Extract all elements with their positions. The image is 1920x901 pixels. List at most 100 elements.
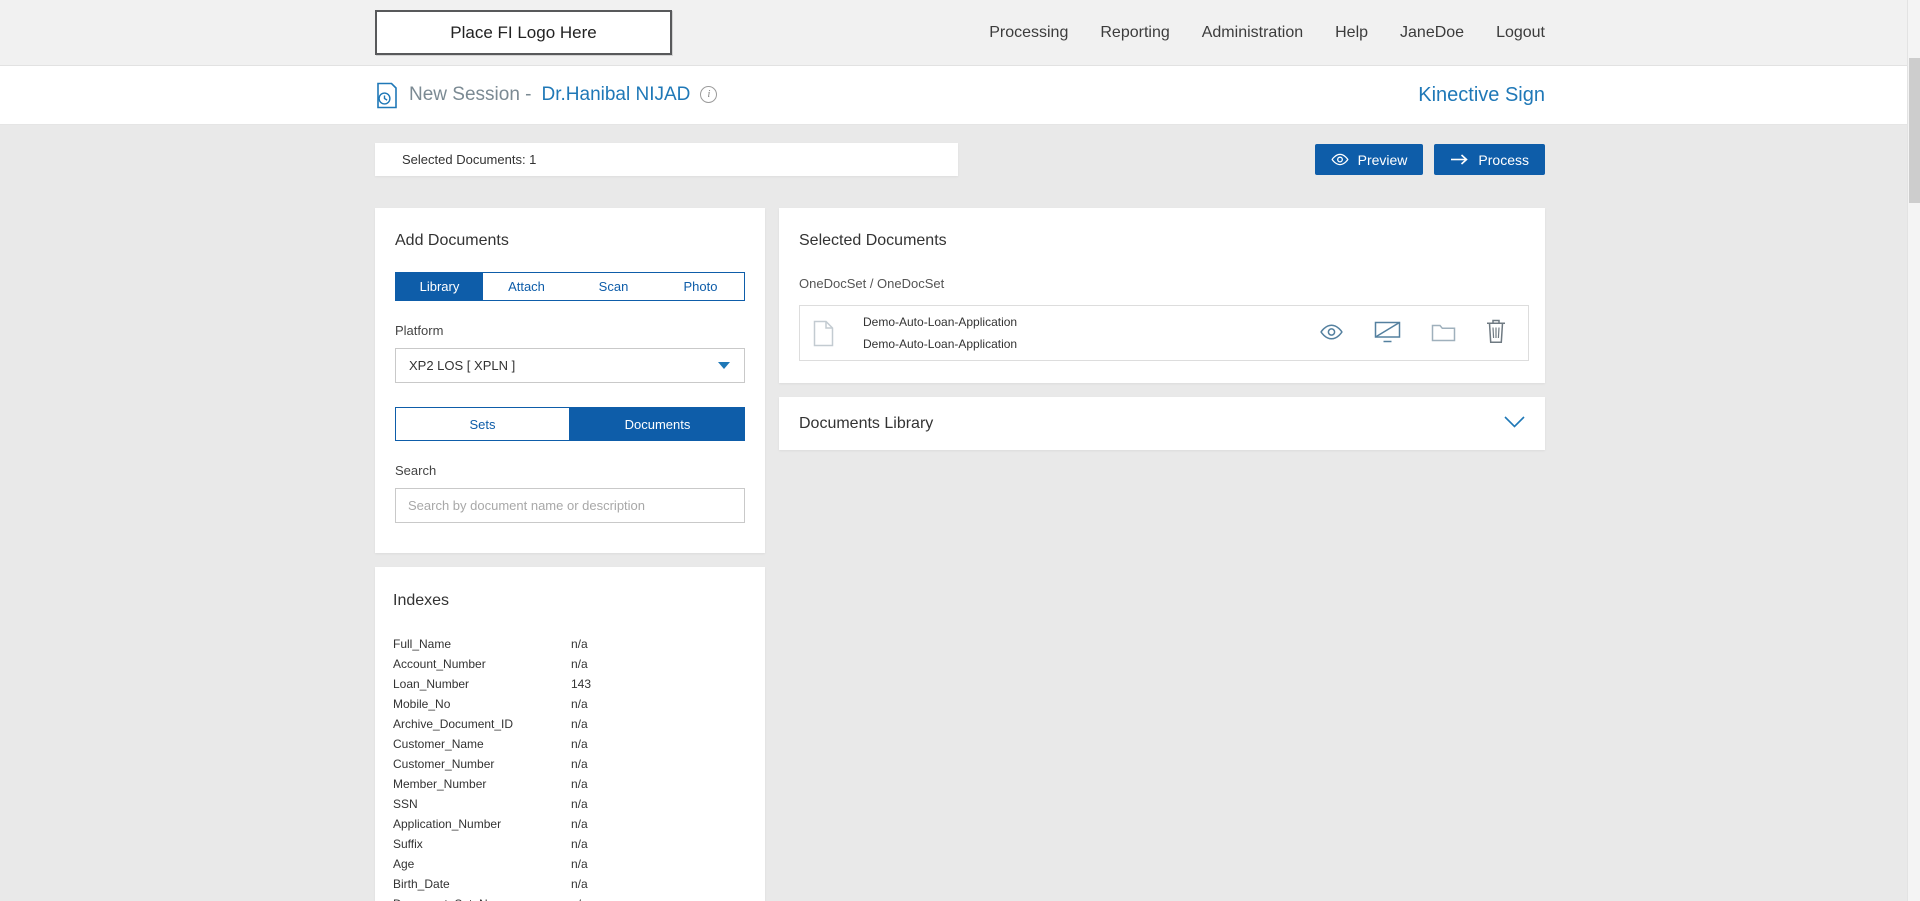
platform-select-value: XP2 LOS [ XPLN ] — [409, 358, 515, 373]
chevron-down-icon — [1504, 415, 1525, 433]
delete-document-button[interactable] — [1486, 319, 1506, 347]
session-clock-document-icon — [375, 82, 399, 109]
toolbar-buttons: Preview Process — [1315, 144, 1545, 175]
index-label: Document_Set_Name — [393, 894, 571, 901]
index-row: Account_Numbern/a — [393, 654, 747, 674]
index-row: Application_Numbern/a — [393, 814, 747, 834]
info-icon[interactable]: i — [700, 86, 717, 103]
index-label: Customer_Number — [393, 754, 571, 774]
index-row: Customer_Namen/a — [393, 734, 747, 754]
index-value: n/a — [571, 774, 588, 794]
index-row: Mobile_Non/a — [393, 694, 747, 714]
tab-attach[interactable]: Attach — [483, 273, 570, 300]
folder-icon — [1431, 322, 1456, 345]
index-row: Suffixn/a — [393, 834, 747, 854]
tab-scan[interactable]: Scan — [570, 273, 657, 300]
document-actions — [1319, 319, 1506, 347]
push-to-screen-button[interactable] — [1374, 320, 1401, 346]
preview-button[interactable]: Preview — [1315, 144, 1424, 175]
index-row: Full_Namen/a — [393, 634, 747, 654]
scrollbar-thumb[interactable] — [1909, 58, 1920, 203]
chevron-down-icon — [717, 361, 731, 370]
index-value: n/a — [571, 694, 588, 714]
index-value: n/a — [571, 654, 588, 674]
document-icon — [813, 320, 834, 347]
index-value: n/a — [571, 754, 588, 774]
selected-documents-title: Selected Documents — [799, 232, 1529, 250]
document-description: Demo-Auto-Loan-Application — [863, 337, 1017, 351]
index-row: Document_Set_Namen/a — [393, 894, 747, 901]
nav-item-reporting[interactable]: Reporting — [1100, 24, 1169, 42]
index-row: Member_Numbern/a — [393, 774, 747, 794]
search-input[interactable] — [395, 488, 745, 523]
index-label: Application_Number — [393, 814, 571, 834]
index-label: Customer_Name — [393, 734, 571, 754]
index-rows: Full_Namen/a Account_Numbern/a Loan_Numb… — [393, 634, 747, 901]
documents-toggle-button[interactable]: Documents — [570, 407, 745, 441]
main-content: Selected Documents: 1 Preview — [0, 125, 1920, 901]
index-label: Account_Number — [393, 654, 571, 674]
index-value: n/a — [571, 874, 588, 894]
selected-documents-count: Selected Documents: 1 — [402, 152, 536, 167]
left-column: Add Documents Library Attach Scan Photo … — [375, 208, 765, 901]
index-label: Archive_Document_ID — [393, 714, 571, 734]
index-row: SSNn/a — [393, 794, 747, 814]
index-label: Full_Name — [393, 634, 571, 654]
page-header: New Session - Dr.Hanibal NIJAD i Kinecti… — [0, 66, 1920, 125]
eye-icon — [1319, 324, 1344, 343]
selected-documents-summary-bar: Selected Documents: 1 — [375, 143, 958, 176]
scrollbar[interactable] — [1907, 0, 1920, 901]
indexes-panel: Indexes Full_Namen/a Account_Numbern/a L… — [375, 567, 765, 901]
index-row: Customer_Numbern/a — [393, 754, 747, 774]
preview-document-button[interactable] — [1319, 324, 1344, 343]
index-value: 143 — [571, 674, 591, 694]
right-column: Selected Documents OneDocSet / OneDocSet… — [779, 208, 1545, 450]
index-row: Archive_Document_IDn/a — [393, 714, 747, 734]
top-nav-bar: Place FI Logo Here Processing Reporting … — [0, 0, 1920, 66]
add-documents-title: Add Documents — [395, 232, 745, 250]
index-row: Loan_Number143 — [393, 674, 747, 694]
document-name: Demo-Auto-Loan-Application — [863, 315, 1017, 329]
index-label: Member_Number — [393, 774, 571, 794]
index-row: Agen/a — [393, 854, 747, 874]
index-value: n/a — [571, 714, 588, 734]
toolbar-row: Selected Documents: 1 Preview — [375, 143, 1545, 176]
nav-item-help[interactable]: Help — [1335, 24, 1368, 42]
index-value: n/a — [571, 814, 588, 834]
tab-library[interactable]: Library — [396, 273, 483, 300]
process-button-label: Process — [1478, 152, 1529, 168]
index-value: n/a — [571, 834, 588, 854]
platform-select[interactable]: XP2 LOS [ XPLN ] — [395, 348, 745, 383]
process-button[interactable]: Process — [1434, 144, 1545, 175]
index-row: Birth_Daten/a — [393, 874, 747, 894]
docset-path: OneDocSet / OneDocSet — [799, 276, 1529, 291]
tab-photo[interactable]: Photo — [657, 273, 744, 300]
top-nav: Processing Reporting Administration Help… — [989, 24, 1545, 42]
selected-document-row: Demo-Auto-Loan-Application Demo-Auto-Loa… — [799, 305, 1529, 361]
nav-item-administration[interactable]: Administration — [1202, 24, 1303, 42]
selected-documents-panel: Selected Documents OneDocSet / OneDocSet… — [779, 208, 1545, 383]
documents-library-title: Documents Library — [799, 415, 933, 433]
preview-button-label: Preview — [1358, 152, 1408, 168]
index-value: n/a — [571, 734, 588, 754]
nav-item-user[interactable]: JaneDoe — [1400, 24, 1464, 42]
add-documents-tabs: Library Attach Scan Photo — [395, 272, 745, 301]
index-label: Loan_Number — [393, 674, 571, 694]
nav-item-logout[interactable]: Logout — [1496, 24, 1545, 42]
index-label: SSN — [393, 794, 571, 814]
fi-logo-placeholder: Place FI Logo Here — [375, 10, 672, 55]
arrow-right-icon — [1450, 153, 1469, 166]
index-value: n/a — [571, 854, 588, 874]
session-recipient-name: Dr.Hanibal NIJAD — [542, 84, 691, 106]
platform-label: Platform — [395, 323, 745, 338]
sets-documents-toggle: Sets Documents — [395, 407, 745, 441]
index-value: n/a — [571, 634, 588, 654]
move-to-folder-button[interactable] — [1431, 322, 1456, 345]
eye-icon — [1331, 153, 1349, 166]
index-label: Age — [393, 854, 571, 874]
documents-library-panel[interactable]: Documents Library — [779, 397, 1545, 450]
sets-toggle-button[interactable]: Sets — [395, 407, 570, 441]
trash-icon — [1486, 319, 1506, 347]
add-documents-panel: Add Documents Library Attach Scan Photo … — [375, 208, 765, 553]
nav-item-processing[interactable]: Processing — [989, 24, 1068, 42]
